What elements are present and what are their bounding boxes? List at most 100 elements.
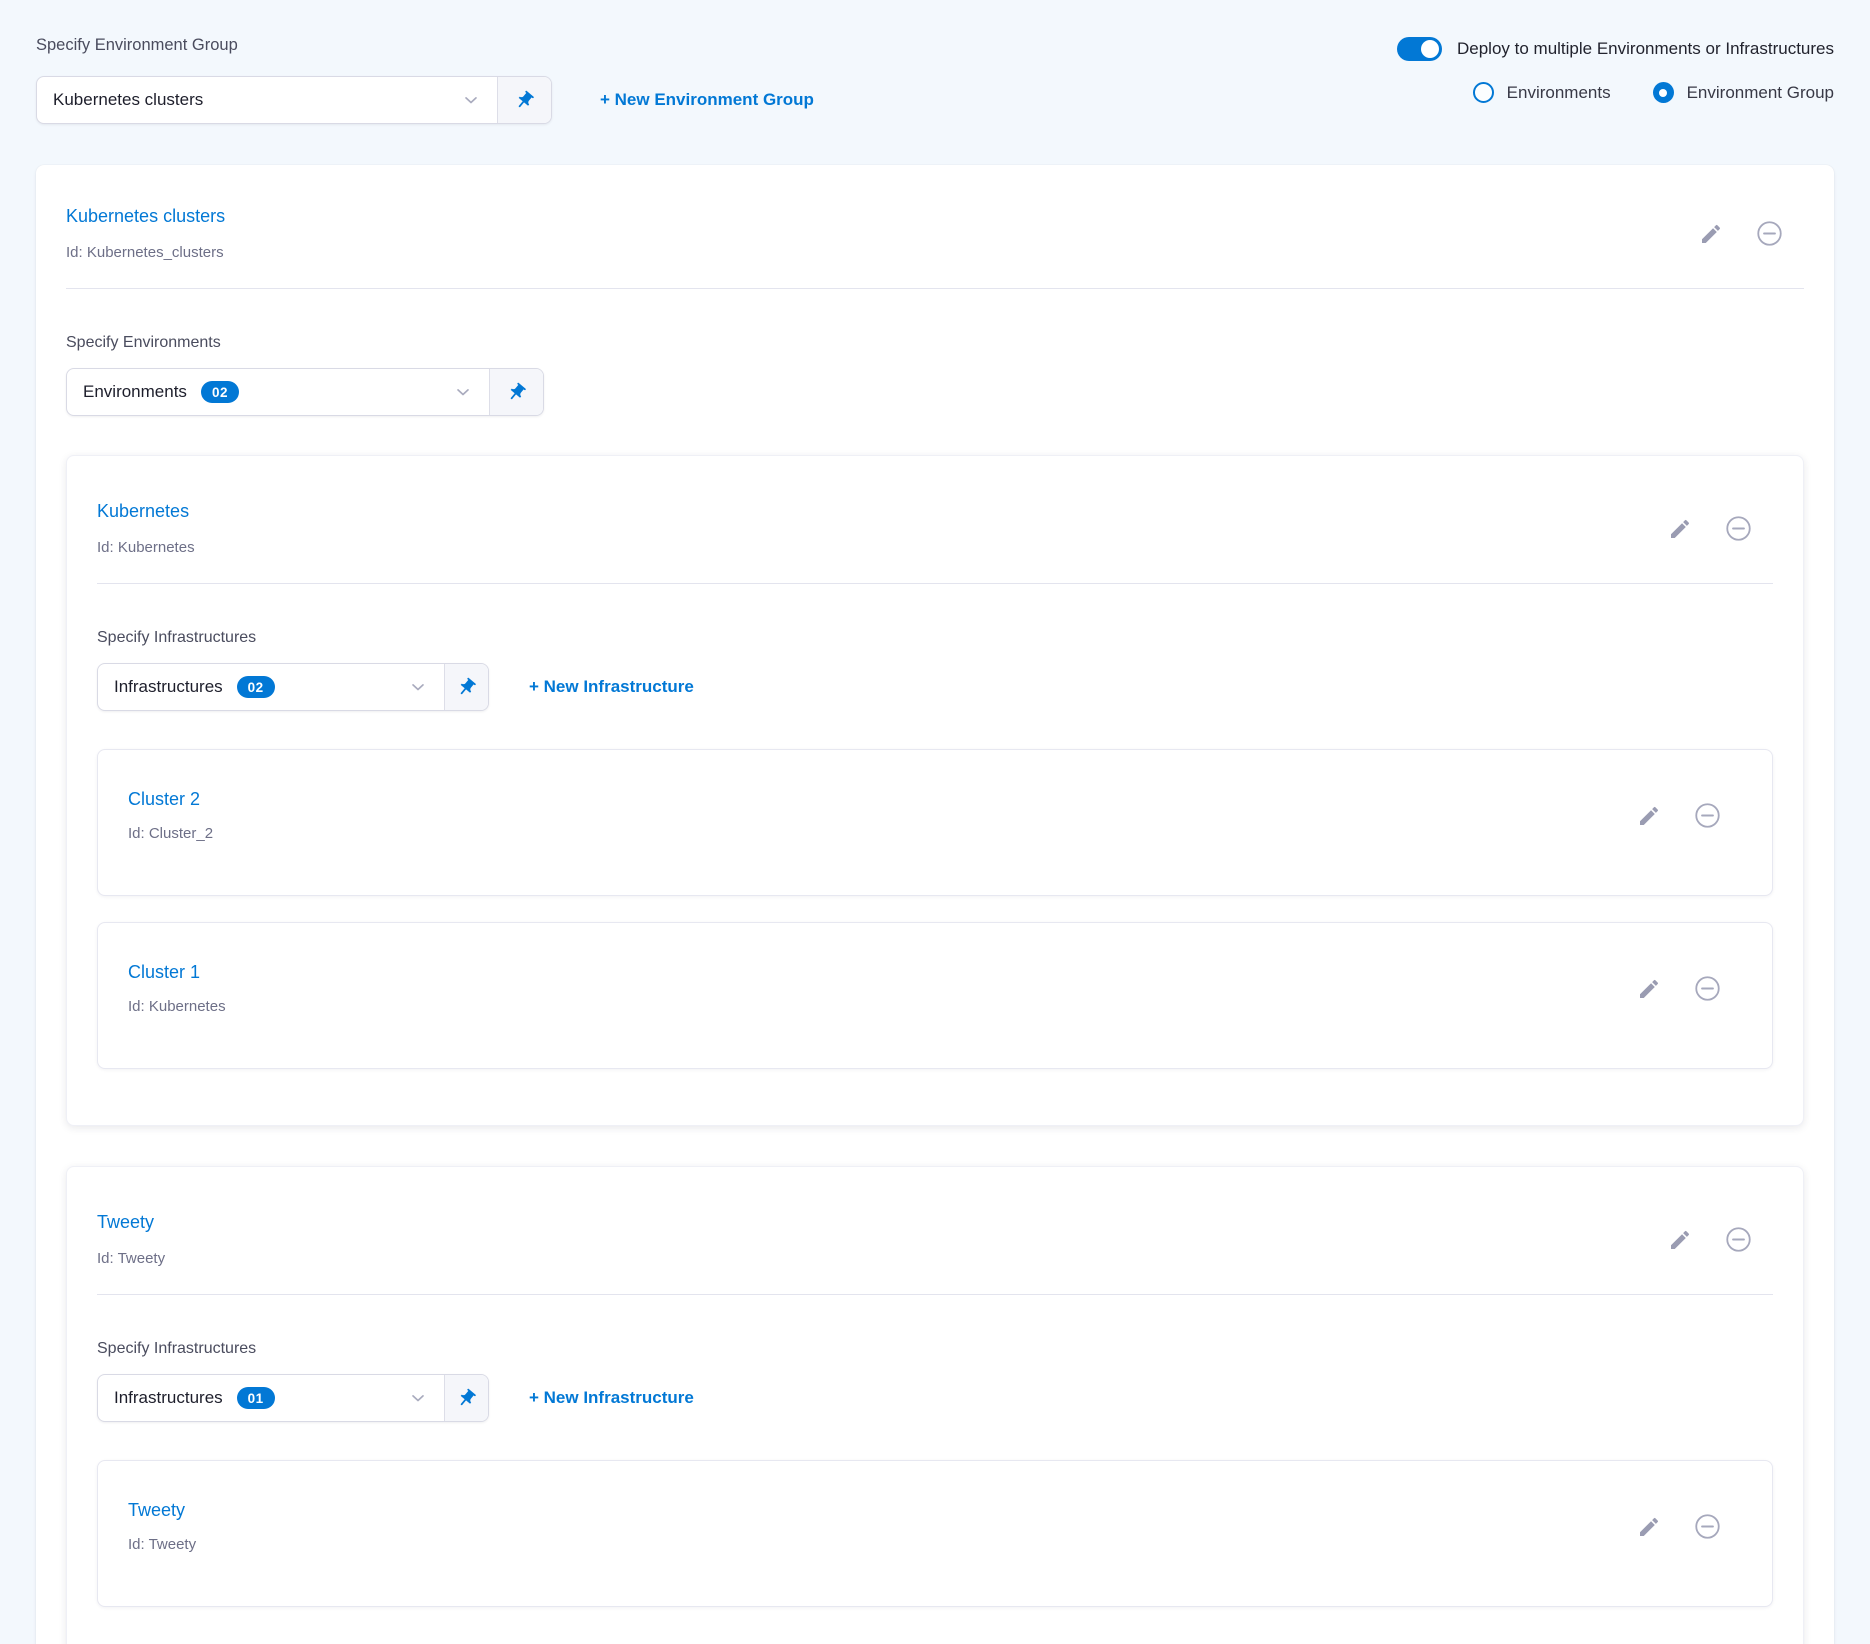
environment-remove-button[interactable] — [1724, 1225, 1753, 1254]
environment-card-actions — [1668, 1225, 1773, 1254]
environment-group-select-value: Kubernetes clusters — [53, 90, 203, 110]
infrastructures-select-value: Infrastructures — [114, 677, 223, 697]
environment-group-select[interactable]: Kubernetes clusters — [36, 76, 552, 124]
infrastructure-edit-button[interactable] — [1637, 1515, 1661, 1539]
environments-select-value-area[interactable]: Environments 02 — [67, 369, 489, 415]
minus-circle-icon — [1724, 514, 1753, 543]
pencil-icon — [1637, 977, 1661, 1001]
new-infrastructure-link[interactable]: + New Infrastructure — [529, 1388, 694, 1408]
environment-group-picker: Specify Environment Group Kubernetes clu… — [36, 33, 814, 124]
toggle-knob — [1421, 40, 1439, 58]
environment-header-divider — [97, 583, 1773, 584]
infrastructure-title-link[interactable]: Tweety — [128, 1499, 196, 1522]
minus-circle-icon — [1755, 219, 1784, 248]
specify-environments-label: Specify Environments — [66, 333, 1804, 353]
pin-icon — [510, 85, 540, 115]
pencil-icon — [1637, 1515, 1661, 1539]
environment-title-link[interactable]: Tweety — [97, 1211, 165, 1234]
chevron-down-icon — [461, 90, 481, 110]
group-header-divider — [66, 288, 1804, 289]
environment-header-divider — [97, 1294, 1773, 1295]
infrastructure-card: Cluster 2 Id: Cluster_2 — [97, 749, 1773, 896]
environment-card-actions — [1668, 514, 1773, 543]
minus-circle-icon — [1693, 1512, 1722, 1541]
infrastructure-card-header: Cluster 2 Id: Cluster_2 — [128, 750, 1742, 843]
infrastructure-card-heading: Cluster 2 Id: Cluster_2 — [128, 788, 213, 843]
group-title-link[interactable]: Kubernetes clusters — [66, 205, 225, 228]
infrastructures-count-badge: 01 — [237, 1387, 275, 1410]
environment-group-card: Kubernetes clusters Id: Kubernetes_clust… — [36, 165, 1834, 1644]
group-card-actions — [1699, 219, 1804, 248]
group-id: Id: Kubernetes_clusters — [66, 243, 225, 262]
new-infrastructure-link[interactable]: + New Infrastructure — [529, 677, 694, 697]
environment-card: Kubernetes Id: Kubernetes Specify Infras… — [66, 455, 1804, 1126]
infrastructures-select[interactable]: Infrastructures 01 — [97, 1374, 489, 1422]
minus-circle-icon — [1693, 801, 1722, 830]
top-bar: Specify Environment Group Kubernetes clu… — [0, 0, 1870, 124]
pin-icon — [452, 672, 482, 702]
chevron-down-icon — [453, 382, 473, 402]
environments-select-value: Environments — [83, 382, 187, 402]
environment-card-heading: Tweety Id: Tweety — [97, 1211, 165, 1268]
infrastructure-edit-button[interactable] — [1637, 977, 1661, 1001]
environment-id: Id: Kubernetes — [97, 538, 195, 557]
infrastructure-card-header: Cluster 1 Id: Kubernetes — [128, 923, 1742, 1016]
group-card-heading: Kubernetes clusters Id: Kubernetes_clust… — [66, 205, 225, 262]
environment-edit-button[interactable] — [1668, 1228, 1692, 1252]
infrastructure-title-link[interactable]: Cluster 2 — [128, 788, 213, 811]
infrastructures-select[interactable]: Infrastructures 02 — [97, 663, 489, 711]
infrastructure-id: Id: Tweety — [128, 1535, 196, 1554]
infrastructure-card-actions — [1637, 974, 1742, 1003]
minus-circle-icon — [1693, 974, 1722, 1003]
pin-button[interactable] — [444, 1375, 488, 1421]
infrastructure-card-heading: Tweety Id: Tweety — [128, 1499, 196, 1554]
radio-environment-group-label: Environment Group — [1687, 83, 1834, 103]
infrastructures-select-value-area[interactable]: Infrastructures 01 — [98, 1375, 444, 1421]
infrastructures-count-badge: 02 — [237, 676, 275, 699]
infrastructures-select-value-area[interactable]: Infrastructures 02 — [98, 664, 444, 710]
infrastructure-title-link[interactable]: Cluster 1 — [128, 961, 226, 984]
specify-infrastructures-label: Specify Infrastructures — [97, 628, 1773, 648]
infrastructure-remove-button[interactable] — [1693, 1512, 1722, 1541]
pencil-icon — [1637, 804, 1661, 828]
deploy-multiple-toggle-row: Deploy to multiple Environments or Infra… — [1397, 37, 1834, 61]
infrastructure-id: Id: Cluster_2 — [128, 824, 213, 843]
new-environment-group-link[interactable]: + New Environment Group — [600, 90, 814, 110]
pin-icon — [502, 377, 532, 407]
environments-select[interactable]: Environments 02 — [66, 368, 544, 416]
environment-group-label: Specify Environment Group — [36, 33, 814, 57]
environment-remove-button[interactable] — [1724, 514, 1753, 543]
pencil-icon — [1668, 1228, 1692, 1252]
pin-button[interactable] — [497, 77, 551, 123]
group-remove-button[interactable] — [1755, 219, 1784, 248]
environment-title-link[interactable]: Kubernetes — [97, 500, 195, 523]
specify-infrastructures-label: Specify Infrastructures — [97, 1339, 1773, 1359]
infrastructure-card: Cluster 1 Id: Kubernetes — [97, 922, 1773, 1069]
radio-environment-group-circle-icon — [1653, 82, 1674, 103]
infrastructure-id: Id: Kubernetes — [128, 997, 226, 1016]
radio-environment-group[interactable]: Environment Group — [1653, 82, 1834, 103]
pin-icon — [452, 1383, 482, 1413]
environment-card: Tweety Id: Tweety Specify Infrastructure… — [66, 1166, 1804, 1644]
pin-button[interactable] — [444, 664, 488, 710]
group-edit-button[interactable] — [1699, 222, 1723, 246]
pencil-icon — [1699, 222, 1723, 246]
pencil-icon — [1668, 517, 1692, 541]
environment-card-heading: Kubernetes Id: Kubernetes — [97, 500, 195, 557]
environment-group-select-value-area[interactable]: Kubernetes clusters — [37, 77, 497, 123]
infrastructure-remove-button[interactable] — [1693, 801, 1722, 830]
radio-environments[interactable]: Environments — [1473, 82, 1611, 103]
deploy-multiple-toggle-label: Deploy to multiple Environments or Infra… — [1457, 39, 1834, 59]
group-card-header: Kubernetes clusters Id: Kubernetes_clust… — [66, 165, 1804, 262]
pin-button[interactable] — [489, 369, 543, 415]
environment-card-header: Kubernetes Id: Kubernetes — [97, 456, 1773, 557]
environment-edit-button[interactable] — [1668, 517, 1692, 541]
deploy-multiple-toggle[interactable] — [1397, 37, 1442, 61]
infrastructure-card: Tweety Id: Tweety — [97, 1460, 1773, 1607]
radio-environments-circle-icon — [1473, 82, 1494, 103]
infrastructure-edit-button[interactable] — [1637, 804, 1661, 828]
infrastructure-card-actions — [1637, 801, 1742, 830]
infrastructure-remove-button[interactable] — [1693, 974, 1722, 1003]
environment-card-header: Tweety Id: Tweety — [97, 1167, 1773, 1268]
deploy-options: Deploy to multiple Environments or Infra… — [1397, 33, 1834, 124]
